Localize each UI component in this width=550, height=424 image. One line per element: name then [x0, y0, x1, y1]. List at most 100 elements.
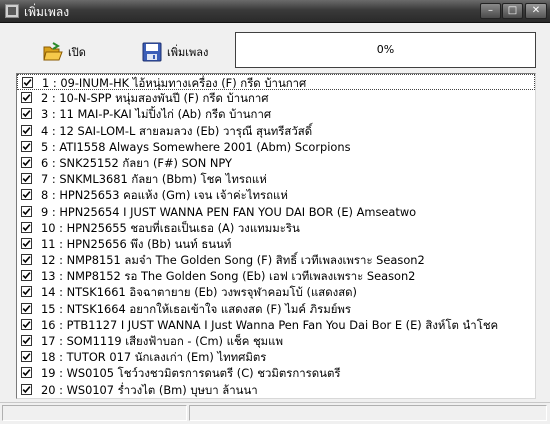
maximize-button[interactable]: □: [502, 3, 523, 19]
title-bar[interactable]: เพิ่มเพลง – □ ✕: [0, 0, 550, 23]
open-button[interactable]: เปิด: [42, 38, 86, 66]
song-list-item[interactable]: 15 : NTSK1664 อยากให้เธอเข้าใจ แสดงสด (F…: [17, 301, 535, 317]
song-checkbox[interactable]: [21, 367, 32, 379]
song-label: 20 : WS0107 ร่ำวงไต (Bm) บุษบา ล้านนา: [41, 382, 258, 397]
song-checklist[interactable]: 1 : 09-INUM-HK ไอ้หนุ่มทางเครื่อง (F) กร…: [16, 73, 536, 399]
song-label: 8 : HPN25653 คอแห้ง (Gm) เจน เจ้าค่ะไทรถ…: [41, 188, 288, 203]
song-list-item[interactable]: 9 : HPN25654 I JUST WANNA PEN FAN YOU DA…: [17, 204, 535, 220]
minimize-icon: –: [488, 5, 493, 16]
song-label: 11 : HPN25656 พึง (Bb) นนท์ ธนนท์: [41, 236, 232, 251]
add-songs-label: เพิ่มเพลง: [167, 46, 209, 59]
status-panel-left: [2, 405, 187, 421]
song-list-item[interactable]: 4 : 12 SAI-LOM-L สายลมลวง (Eb) วารุณี สุ…: [17, 123, 535, 139]
song-checkbox[interactable]: [22, 77, 33, 88]
floppy-disk-icon: [142, 42, 162, 62]
checkmark-icon: [22, 159, 31, 167]
song-list-item[interactable]: 17 : SOM1119 เสียงฟ้าบอก - (Cm) แช็ค ชุม…: [17, 333, 535, 349]
song-label: 19 : WS0105 โชว์วงชวมิตรการดนตรี (C) ชวม…: [41, 366, 341, 381]
song-checkbox[interactable]: [21, 205, 32, 217]
song-list-item[interactable]: 3 : 11 MAI-P-KAI ไม่ปิ้งไก่ (Ab) กรีด บ้…: [17, 106, 535, 122]
checkmark-icon: [22, 353, 31, 361]
open-label: เปิด: [68, 46, 86, 59]
checkmark-icon: [22, 304, 31, 312]
song-list-item[interactable]: 10 : HPN25655 ชอบที่เธอเป็นเธอ (A) วงแทม…: [17, 220, 535, 236]
song-checkbox[interactable]: [21, 254, 32, 266]
song-checkbox[interactable]: [21, 270, 32, 282]
add-songs-button[interactable]: เพิ่มเพลง: [141, 38, 208, 66]
close-icon: ✕: [531, 5, 541, 16]
checkmark-icon: [22, 110, 31, 118]
checkmark-icon: [22, 256, 31, 264]
song-checkbox[interactable]: [21, 221, 32, 233]
song-label: 3 : 11 MAI-P-KAI ไม่ปิ้งไก่ (Ab) กรีด บ้…: [41, 107, 272, 122]
song-label: 4 : 12 SAI-LOM-L สายลมลวง (Eb) วารุณี สุ…: [41, 123, 313, 138]
song-list-item[interactable]: 16 : PTB1127 I JUST WANNA I Just Wanna P…: [17, 317, 535, 333]
song-label: 7 : SNKML3681 กัลยา (Bbm) โชค ไทรถแห่: [41, 172, 267, 187]
song-label: 16 : PTB1127 I JUST WANNA I Just Wanna P…: [41, 317, 499, 332]
song-list-item[interactable]: 2 : 10-N-SPP หนุ่มสองพันปี (F) กรีด บ้าน…: [17, 90, 535, 106]
song-checkbox[interactable]: [21, 237, 32, 249]
checkmark-icon: [22, 239, 31, 247]
song-label: 5 : ATI1558 Always Somewhere 2001 (Abm) …: [41, 139, 351, 154]
checkmark-icon: [22, 288, 31, 296]
progress-text: 0%: [376, 43, 395, 56]
song-checkbox[interactable]: [21, 383, 32, 395]
song-checkbox[interactable]: [21, 318, 32, 330]
checkmark-icon: [22, 142, 31, 150]
song-list-item[interactable]: 8 : HPN25653 คอแห้ง (Gm) เจน เจ้าค่ะไทรถ…: [17, 187, 535, 203]
song-list-item[interactable]: 5 : ATI1558 Always Somewhere 2001 (Abm) …: [17, 139, 535, 155]
song-label: 10 : HPN25655 ชอบที่เธอเป็นเธอ (A) วงแทม…: [41, 220, 300, 235]
song-label: 15 : NTSK1664 อยากให้เธอเข้าใจ แสดงสด (F…: [41, 301, 352, 316]
checkmark-icon: [23, 79, 32, 87]
song-list-item[interactable]: 20 : WS0107 ร่ำวงไต (Bm) บุษบา ล้านนา: [17, 382, 535, 398]
maximize-icon: □: [507, 5, 518, 16]
minimize-button[interactable]: –: [480, 3, 501, 19]
song-checkbox[interactable]: [21, 173, 32, 185]
status-panel-right: [189, 405, 547, 421]
song-label: 14 : NTSK1661 อิจฉาตายาย (Eb) วงพรจุฬาคอ…: [41, 285, 357, 300]
song-list-item[interactable]: 19 : WS0105 โชว์วงชวมิตรการดนตรี (C) ชวม…: [17, 365, 535, 381]
song-label: 17 : SOM1119 เสียงฟ้าบอก - (Cm) แช็ค ชุม…: [41, 334, 284, 348]
checkmark-icon: [22, 369, 31, 377]
checkmark-icon: [22, 94, 31, 102]
status-bar: [0, 402, 550, 424]
song-list-item[interactable]: 13 : NMP8152 รอ The Golden Song (Eb) เอฟ…: [17, 268, 535, 284]
song-checkbox[interactable]: [21, 156, 32, 168]
song-checkbox[interactable]: [21, 108, 32, 120]
song-list-item[interactable]: 1 : 09-INUM-HK ไอ้หนุ่มทางเครื่อง (F) กร…: [17, 74, 535, 91]
checkmark-icon: [22, 385, 31, 393]
checkmark-icon: [22, 272, 31, 280]
song-checkbox[interactable]: [21, 124, 32, 136]
song-list-item[interactable]: 14 : NTSK1661 อิจฉาตายาย (Eb) วงพรจุฬาคอ…: [17, 284, 535, 300]
song-label: 18 : TUTOR 017 นักเลงเก่า (Em) ไททศมิตร: [41, 350, 267, 365]
folder-open-icon: [43, 42, 63, 61]
checkmark-icon: [22, 320, 31, 328]
song-label: 9 : HPN25654 I JUST WANNA PEN FAN YOU DA…: [41, 204, 417, 219]
song-label: 2 : 10-N-SPP หนุ่มสองพันปี (F) กรีด บ้าน…: [41, 91, 269, 106]
app-icon: [5, 4, 19, 18]
song-list-item[interactable]: 7 : SNKML3681 กัลยา (Bbm) โชค ไทรถแห่: [17, 171, 535, 187]
checkmark-icon: [22, 191, 31, 199]
window-title: เพิ่มเพลง: [24, 5, 70, 19]
checkmark-icon: [22, 207, 31, 215]
song-label: 6 : SNK25152 กัลยา (F#) SON NPY: [41, 155, 233, 170]
song-checkbox[interactable]: [21, 189, 32, 201]
song-list-item[interactable]: 11 : HPN25656 พึง (Bb) นนท์ ธนนท์: [17, 236, 535, 252]
song-checkbox[interactable]: [21, 140, 32, 152]
song-label: 12 : NMP8151 ลมจ๋า The Golden Song (F) ส…: [41, 253, 425, 268]
song-list-item[interactable]: 18 : TUTOR 017 นักเลงเก่า (Em) ไททศมิตร: [17, 349, 535, 365]
progress-bar: 0%: [235, 32, 536, 68]
song-list-item[interactable]: 12 : NMP8151 ลมจ๋า The Golden Song (F) ส…: [17, 252, 535, 268]
song-list-item[interactable]: 6 : SNK25152 กัลยา (F#) SON NPY: [17, 155, 535, 171]
checkmark-icon: [22, 175, 31, 183]
song-checkbox[interactable]: [21, 92, 32, 104]
song-checkbox[interactable]: [21, 335, 32, 346]
checkmark-icon: [22, 126, 31, 134]
close-button[interactable]: ✕: [525, 3, 547, 19]
song-checkbox[interactable]: [21, 286, 32, 298]
song-checkbox[interactable]: [21, 302, 32, 314]
checkmark-icon: [22, 223, 31, 231]
song-label: 1 : 09-INUM-HK ไอ้หนุ่มทางเครื่อง (F) กร…: [42, 76, 307, 90]
checkmark-icon: [22, 337, 31, 345]
song-checkbox[interactable]: [21, 351, 32, 363]
